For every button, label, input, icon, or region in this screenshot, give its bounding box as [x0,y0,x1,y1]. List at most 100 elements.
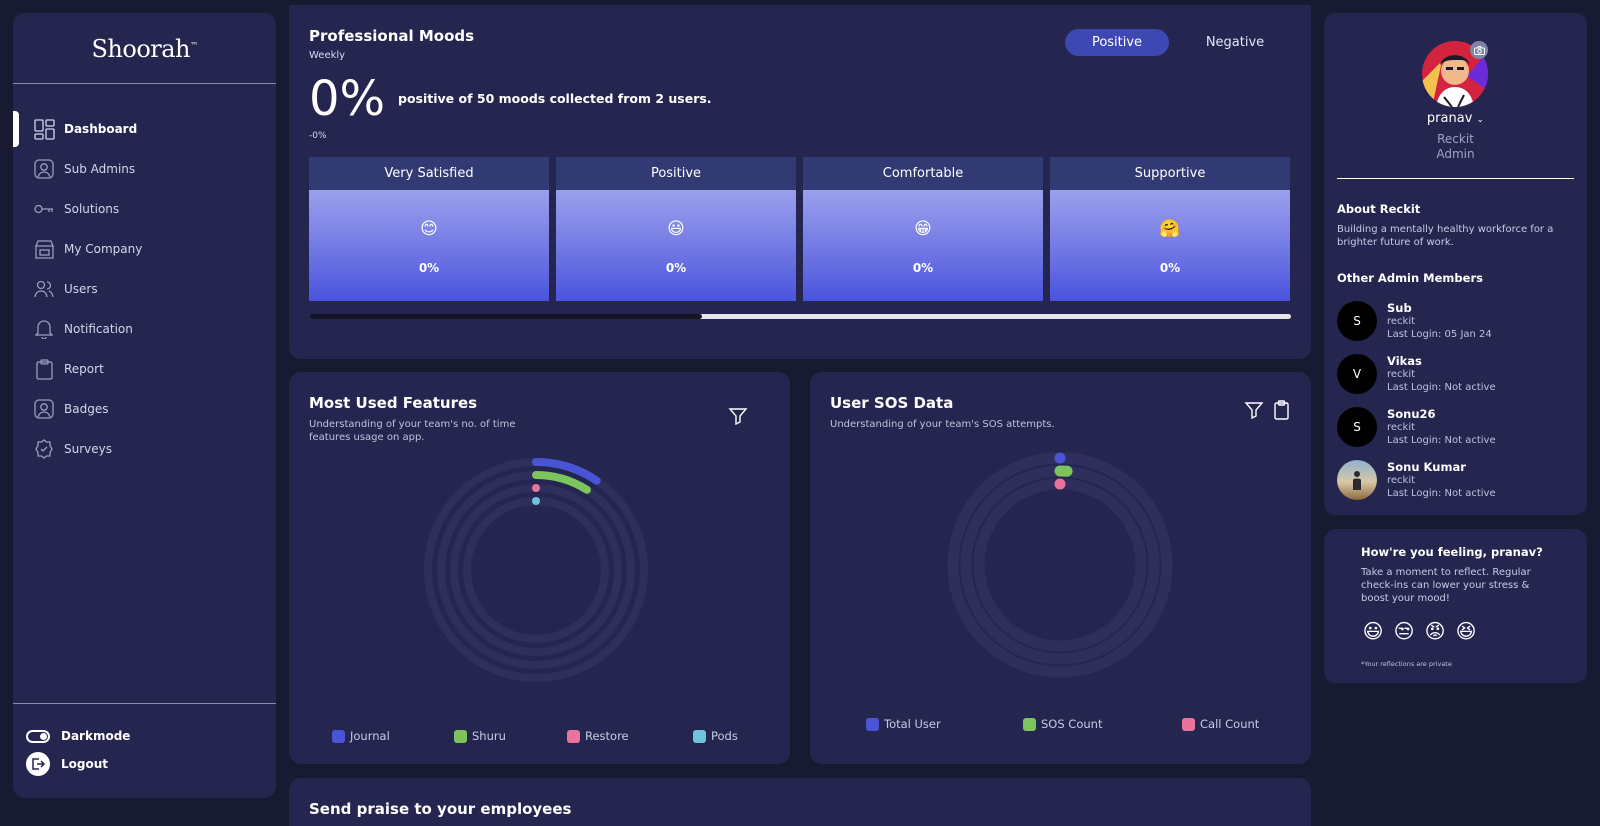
legend-label: Total User [884,717,941,731]
user-org: Reckit [1437,132,1474,146]
sidebar-item-badges[interactable]: Badges [13,389,276,429]
sidebar-divider [13,83,276,84]
sos-description: Understanding of your team's SOS attempt… [830,419,1055,430]
mood-tiles: Very Satisfied 😊 0% Positive 😃 0% Comforta… [309,157,1290,301]
user-name-dropdown[interactable]: pranav ⌄ [1324,111,1587,126]
filter-icon[interactable] [1244,400,1266,422]
mood-tile-label: Comfortable [803,157,1043,190]
sidebar-nav: Dashboard Sub Admins Solutions My Compan… [13,109,276,469]
member-avatar: S [1337,301,1377,341]
legend-label: Shuru [472,729,506,743]
user-role: Admin [1436,147,1475,161]
negative-tab[interactable]: Negative [1183,29,1287,56]
legend-item[interactable]: Total User [866,717,1023,731]
dashboard-icon [33,118,55,140]
check-badge-icon [33,438,55,460]
legend-item[interactable]: Restore [567,729,693,743]
mood-description: positive of 50 moods collected from 2 us… [398,91,712,106]
mood-tile: Very Satisfied 😊 0% [309,157,549,301]
sidebar-item-label: My Company [64,242,143,256]
member-name: Sub [1387,301,1412,315]
sidebar-item-label: Report [64,362,104,376]
features-radial-chart [424,458,648,682]
app-logo[interactable]: Shoorah™ [13,35,276,63]
sidebar-item-dashboard[interactable]: Dashboard [13,109,276,149]
admin-member[interactable]: V Vikas reckit Last Login: Not active [1337,354,1496,394]
user-org-role: Reckit Admin [1324,132,1587,162]
legend-item[interactable]: Call Count [1182,717,1259,731]
sidebar-item-my-company[interactable]: My Company [13,229,276,269]
admin-member[interactable]: Sonu Kumar reckit Last Login: Not active [1337,460,1496,500]
angry-face-icon[interactable]: 😡 [1423,619,1447,643]
clipboard-icon[interactable] [1273,400,1295,422]
sos-legend: Total User SOS Count Call Count [866,717,1259,731]
darkmode-toggle[interactable]: Darkmode [26,729,130,743]
mood-tile-value: 0% [912,260,934,275]
mood-tile-value: 0% [665,260,687,275]
camera-icon[interactable] [1470,41,1488,59]
mood-tile: Comfortable 😁 0% [803,157,1043,301]
positive-tab[interactable]: Positive [1065,29,1169,56]
admin-member[interactable]: S Sub reckit Last Login: 05 Jan 24 [1337,301,1492,341]
grinning-face-icon: 😃 [667,218,685,239]
mood-tile-label: Very Satisfied [309,157,549,190]
legend-item[interactable]: Shuru [454,729,567,743]
feeling-title: How're you feeling, pranav? [1361,545,1543,559]
sidebar-item-label: Sub Admins [64,162,136,176]
praise-title: Send praise to your employees [309,800,572,818]
features-legend: Journal Shuru Restore Pods [332,729,738,743]
legend-label: Pods [711,729,738,743]
tiles-scrollbar[interactable] [309,314,1291,319]
privacy-note: *Your reflections are private [1361,660,1452,668]
sidebar-item-users[interactable]: Users [13,269,276,309]
user-name: pranav [1426,111,1473,126]
legend-swatch [1182,717,1195,731]
mood-tile-value: 0% [418,260,440,275]
sidebar-item-report[interactable]: Report [13,349,276,389]
sos-radial-chart [947,452,1173,678]
legend-item[interactable]: Pods [693,729,738,743]
moods-period: Weekly [309,50,346,61]
ring-track [424,458,648,682]
smiling-face-icon: 😊 [420,218,438,239]
sidebar-item-solutions[interactable]: Solutions [13,189,276,229]
sidebar-item-label: Solutions [64,202,120,216]
legend-swatch [1023,717,1036,731]
mood-delta: -0% [309,131,327,141]
key-icon [33,198,55,220]
features-title: Most Used Features [309,394,478,412]
laughing-face-icon[interactable]: 😆 [1454,619,1478,643]
sidebar-item-surveys[interactable]: Surveys [13,429,276,469]
mood-tile: Positive 😃 0% [556,157,796,301]
member-photo [1337,460,1377,500]
member-org: reckit [1387,475,1416,486]
sidebar-item-sub-admins[interactable]: Sub Admins [13,149,276,189]
legend-item[interactable]: Journal [332,729,454,743]
sidebar-item-label: Surveys [64,442,112,456]
sidebar-item-label: Dashboard [64,122,138,136]
admin-member[interactable]: S Sonu26 reckit Last Login: Not active [1337,407,1496,447]
legend-swatch [567,729,580,743]
logout-button[interactable]: Logout [26,752,130,776]
sidebar-item-label: Users [64,282,98,296]
unamused-face-icon[interactable]: 😒 [1392,619,1416,643]
toggle-switch-icon[interactable] [26,729,50,743]
sidebar-divider [13,703,276,704]
legend-item[interactable]: SOS Count [1023,717,1182,731]
member-name: Sonu26 [1387,407,1436,421]
member-org: reckit [1387,422,1416,433]
happy-face-icon[interactable]: 😃 [1361,619,1385,643]
member-last-login: Last Login: Not active [1387,382,1496,393]
scrollbar-thumb[interactable] [309,314,702,319]
legend-label: SOS Count [1041,717,1103,731]
mood-tile-value: 0% [1159,260,1181,275]
ring-track [463,497,609,643]
member-last-login: Last Login: Not active [1387,488,1496,499]
member-org: reckit [1387,316,1416,327]
member-org: reckit [1387,369,1416,380]
sidebar-bottom: Darkmode Logout [26,717,130,776]
moods-title: Professional Moods [309,27,475,45]
sidebar-item-notification[interactable]: Notification [13,309,276,349]
filter-icon[interactable] [728,406,750,428]
mood-polarity-toggle: Positive Negative [1065,29,1287,56]
